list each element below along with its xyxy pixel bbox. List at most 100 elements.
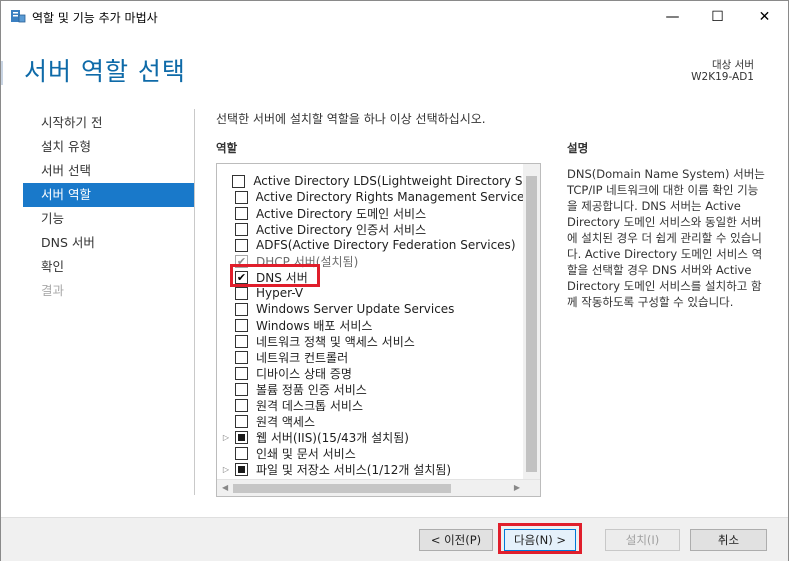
role-label: Active Directory LDS(Lightweight Directo…: [253, 174, 523, 188]
vertical-scrollbar[interactable]: [523, 164, 540, 480]
description-heading: 설명: [567, 141, 589, 155]
role-label: 원격 액세스: [256, 414, 316, 429]
role-row[interactable]: ▷ 웹 서버(IIS)(15/43개 설치됨): [217, 429, 523, 445]
role-row[interactable]: ✔ DHCP 서버(설치됨): [217, 253, 523, 269]
server-manager-icon: [11, 10, 26, 23]
close-icon: ✕: [758, 8, 771, 25]
role-row[interactable]: ADFS(Active Directory Federation Service…: [217, 237, 523, 253]
role-label: 볼륨 정품 인증 서비스: [256, 382, 367, 397]
nav-item-confirmation[interactable]: 확인: [23, 255, 194, 279]
role-label: DHCP 서버(설치됨): [256, 254, 359, 269]
footer-bar: < 이전(P) 다음(N) > 설치(I) 취소: [1, 517, 788, 561]
role-label: 웹 서버(IIS)(15/43개 설치됨): [256, 430, 409, 445]
role-row[interactable]: Active Directory 인증서 서비스: [217, 221, 523, 237]
role-checkbox[interactable]: [235, 350, 248, 364]
nav-item-server-selection[interactable]: 서버 선택: [23, 159, 194, 183]
roles-list: Active Directory LDS(Lightweight Directo…: [217, 173, 523, 477]
role-label: Windows 배포 서비스: [256, 318, 373, 333]
role-checkbox[interactable]: [235, 414, 248, 428]
role-label: 디바이스 상태 증명: [256, 366, 352, 381]
role-row[interactable]: 네트워크 컨트롤러: [217, 349, 523, 365]
role-label: Active Directory 도메인 서비스: [256, 206, 427, 221]
instruction-text: 선택한 서버에 설치할 역할을 하나 이상 선택하십시오.: [216, 112, 486, 126]
minimize-icon: —: [665, 8, 680, 25]
role-checkbox[interactable]: [232, 174, 246, 188]
nav-divider: [194, 109, 195, 495]
role-checkbox[interactable]: [235, 302, 248, 316]
horizontal-scroll-thumb[interactable]: [233, 484, 451, 493]
nav-item-results: 결과: [41, 283, 65, 298]
role-checkbox[interactable]: [235, 318, 248, 332]
role-label: ADFS(Active Directory Federation Service…: [256, 238, 516, 252]
role-label: DNS 서버: [256, 270, 308, 285]
role-row[interactable]: ✔ DNS 서버: [217, 269, 523, 285]
wizard-nav: 시작하기 전 설치 유형 서버 선택 서버 역할 기능 DNS 서버 확인 결과: [23, 111, 194, 303]
role-checkbox[interactable]: [235, 382, 248, 396]
nav-item-dns-server[interactable]: DNS 서버: [23, 231, 194, 255]
role-checkbox[interactable]: ✔: [235, 270, 248, 284]
role-checkbox[interactable]: [235, 398, 248, 412]
minimize-button[interactable]: —: [650, 1, 695, 32]
install-button: 설치(I): [605, 529, 680, 551]
role-label: Hyper-V: [256, 286, 304, 300]
scroll-right-icon[interactable]: ▶: [514, 483, 520, 492]
role-row[interactable]: Active Directory LDS(Lightweight Directo…: [217, 173, 523, 189]
role-label: 파일 및 저장소 서비스(1/12개 설치됨): [256, 462, 452, 477]
scroll-left-icon[interactable]: ◀: [222, 483, 228, 492]
role-label: 원격 데스크톱 서비스: [256, 398, 363, 413]
role-checkbox[interactable]: [235, 366, 248, 380]
role-row[interactable]: Active Directory 도메인 서비스: [217, 205, 523, 221]
close-button[interactable]: ✕: [742, 1, 787, 32]
role-label: Active Directory 인증서 서비스: [256, 222, 427, 237]
role-row[interactable]: 인쇄 및 문서 서비스: [217, 445, 523, 461]
role-row[interactable]: Windows 배포 서비스: [217, 317, 523, 333]
wizard-window: 역할 및 기능 추가 마법사 — ☐ ✕ 서버 역할 선택 대상 서버 W2K1…: [0, 0, 789, 561]
role-checkbox[interactable]: [235, 462, 248, 476]
page-title: 서버 역할 선택: [24, 57, 186, 86]
horizontal-scrollbar[interactable]: ◀ ▶: [217, 479, 540, 496]
role-row[interactable]: 원격 액세스: [217, 413, 523, 429]
role-row[interactable]: ▷ 파일 및 저장소 서비스(1/12개 설치됨): [217, 461, 523, 477]
role-row[interactable]: Active Directory Rights Management Servi…: [217, 189, 523, 205]
role-checkbox[interactable]: [235, 430, 248, 444]
maximize-button[interactable]: ☐: [695, 1, 740, 32]
vertical-scroll-thumb[interactable]: [526, 176, 537, 472]
roles-list-box[interactable]: Active Directory LDS(Lightweight Directo…: [216, 163, 541, 497]
nav-item-installation-type[interactable]: 설치 유형: [23, 135, 194, 159]
target-server-label: 대상 서버: [712, 59, 754, 71]
role-checkbox: ✔: [235, 254, 248, 268]
previous-button[interactable]: < 이전(P): [419, 529, 493, 551]
left-edge-accent: [1, 61, 3, 85]
role-label: 인쇄 및 문서 서비스: [256, 446, 356, 461]
role-checkbox[interactable]: [235, 334, 248, 348]
role-row[interactable]: 디바이스 상태 증명: [217, 365, 523, 381]
role-row[interactable]: 원격 데스크톱 서비스: [217, 397, 523, 413]
role-checkbox[interactable]: [234, 190, 248, 204]
roles-heading: 역할: [216, 141, 238, 155]
title-bar: 역할 및 기능 추가 마법사 — ☐ ✕: [1, 1, 788, 32]
role-checkbox[interactable]: [235, 286, 248, 300]
role-label: 네트워크 정책 및 액세스 서비스: [256, 334, 415, 349]
nav-item-server-roles[interactable]: 서버 역할: [23, 183, 194, 207]
role-row[interactable]: Windows Server Update Services: [217, 301, 523, 317]
expand-arrow-icon[interactable]: ▷: [217, 433, 235, 442]
nav-item-before-you-begin[interactable]: 시작하기 전: [23, 111, 194, 135]
role-row[interactable]: Hyper-V: [217, 285, 523, 301]
target-server-name: W2K19-AD1: [691, 71, 754, 83]
role-label: Active Directory Rights Management Servi…: [255, 190, 524, 204]
window-title: 역할 및 기능 추가 마법사: [32, 11, 158, 25]
role-description: DNS(Domain Name System) 서버는 TCP/IP 네트워크에…: [567, 167, 765, 309]
role-checkbox[interactable]: [235, 206, 248, 220]
role-row[interactable]: 볼륨 정품 인증 서비스: [217, 381, 523, 397]
role-checkbox[interactable]: [235, 446, 248, 460]
role-row[interactable]: 네트워크 정책 및 액세스 서비스: [217, 333, 523, 349]
role-checkbox[interactable]: [235, 222, 248, 236]
role-label: Windows Server Update Services: [256, 302, 455, 316]
role-label: 네트워크 컨트롤러: [256, 350, 349, 365]
maximize-icon: ☐: [711, 8, 724, 25]
nav-item-features[interactable]: 기능: [23, 207, 194, 231]
expand-arrow-icon[interactable]: ▷: [217, 465, 235, 474]
cancel-button[interactable]: 취소: [690, 529, 767, 551]
next-button[interactable]: 다음(N) >: [504, 529, 576, 551]
role-checkbox[interactable]: [235, 238, 248, 252]
